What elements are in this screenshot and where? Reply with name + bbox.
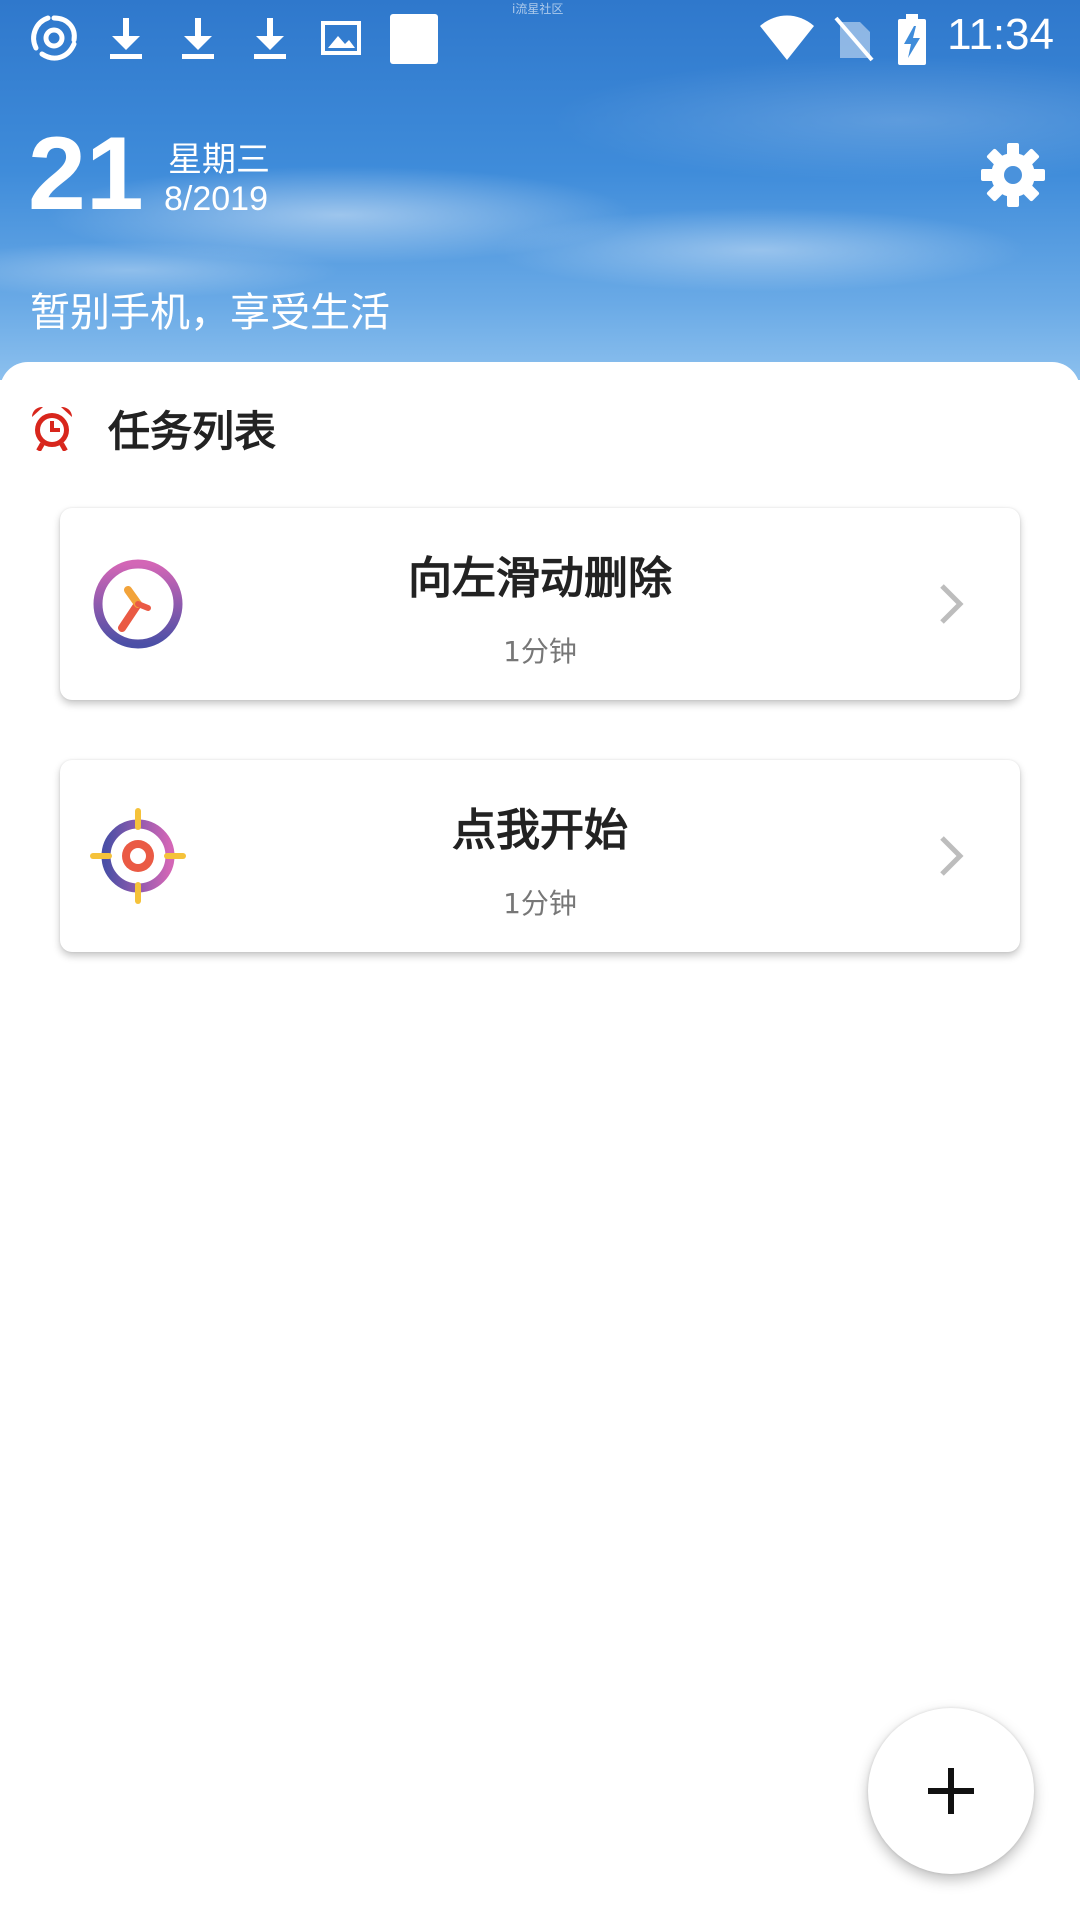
- chevron-right-icon: [940, 584, 964, 624]
- swirl-app-icon: [31, 15, 77, 61]
- chevron-right-icon: [940, 836, 964, 876]
- alarm-clock-icon: [31, 406, 73, 451]
- image-icon: [321, 21, 361, 55]
- header-background: i流星社区 11:34 21 星期三 8/2019 暂别手机，享受生活: [0, 0, 1080, 380]
- task-panel: 任务列表 向左滑动删除 1分钟 点我开始 1分钟: [0, 362, 1080, 1920]
- slogan-text: 暂别手机，享受生活: [30, 290, 390, 336]
- battery-charging-icon: [898, 14, 926, 65]
- task-title: 点我开始: [452, 805, 628, 856]
- wifi-icon: [760, 15, 814, 60]
- status-bar: i流星社区 11:34: [0, 0, 1080, 76]
- task-card[interactable]: 向左滑动删除 1分钟: [60, 508, 1020, 700]
- task-list-title: 任务列表: [108, 406, 277, 456]
- download-icon: [110, 18, 142, 59]
- task-list-header: 任务列表: [30, 398, 276, 458]
- plus-icon: [928, 1768, 974, 1814]
- no-sim-icon: [834, 16, 874, 62]
- add-task-button[interactable]: [868, 1708, 1034, 1874]
- task-card[interactable]: 点我开始 1分钟: [60, 760, 1020, 952]
- gear-icon: [981, 143, 1045, 207]
- date-day: 21: [28, 116, 144, 232]
- watermark: i流星社区: [512, 2, 564, 16]
- task-duration: 1分钟: [503, 635, 577, 668]
- task-duration: 1分钟: [503, 887, 577, 920]
- date-month-year: 8/2019: [164, 180, 268, 218]
- download-icon: [182, 18, 214, 59]
- blank-notification-icon: [390, 14, 438, 64]
- task-title: 向左滑动删除: [408, 553, 672, 604]
- download-icon: [254, 18, 286, 59]
- status-clock: 11:34: [947, 10, 1054, 59]
- settings-button[interactable]: [978, 140, 1048, 210]
- date-weekday: 星期三: [168, 140, 270, 180]
